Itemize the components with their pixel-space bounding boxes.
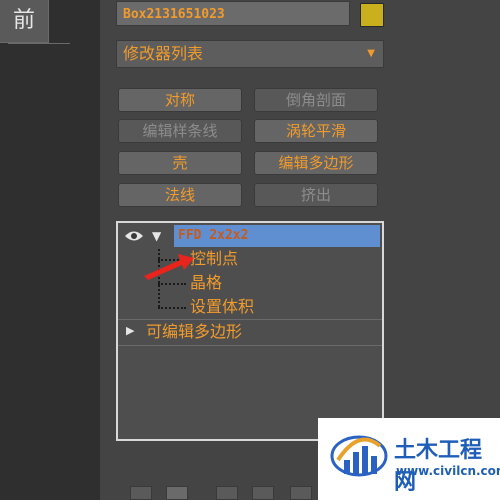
stack-item-ffd[interactable]: ▼ FFD 2x2x2 [118,225,382,247]
tree-connector [158,283,186,285]
ffd-label[interactable]: FFD 2x2x2 [174,225,380,247]
watermark-url: www.civilcn.com [396,464,500,478]
pin-stack-icon[interactable] [130,486,152,500]
configure-sets-icon[interactable] [290,486,312,500]
viewport-divider [8,43,70,44]
object-name-field[interactable]: Box2131651023 [116,1,350,26]
civil-logo-icon [330,435,388,477]
modifier-list-dropdown[interactable]: 修改器列表 ▼ [116,40,384,68]
object-color-swatch[interactable] [360,3,384,27]
turbosmooth-button[interactable]: 涡轮平滑 [254,119,378,143]
show-end-result-icon[interactable] [166,486,188,500]
stack-item-editable-poly[interactable]: ▶ 可编辑多边形 [118,321,382,343]
red-arrow-icon [144,254,194,280]
extrude-button[interactable]: 挤出 [254,183,378,207]
viewport[interactable]: 前 [0,0,100,500]
edit-spline-button[interactable]: 编辑样条线 [118,119,242,143]
make-unique-icon[interactable] [216,486,238,500]
symmetry-button[interactable]: 对称 [118,88,242,112]
stack-divider [118,319,382,320]
bevel-profile-button[interactable]: 倒角剖面 [254,88,378,112]
expand-triangle-icon[interactable]: ▶ [126,324,134,337]
eye-icon[interactable] [124,229,144,243]
editable-poly-label[interactable]: 可编辑多边形 [146,321,242,343]
shell-button[interactable]: 壳 [118,151,242,175]
watermark: 土木工程网 www.civilcn.com [318,418,500,500]
remove-modifier-icon[interactable] [252,486,274,500]
collapse-triangle-icon[interactable]: ▼ [152,229,161,243]
normal-button[interactable]: 法线 [118,183,242,207]
edit-poly-button[interactable]: 编辑多边形 [254,151,378,175]
stack-toolbar [116,486,346,500]
modifier-list-label: 修改器列表 [123,44,204,63]
chevron-down-icon: ▼ [367,48,375,59]
stack-divider [118,345,382,346]
tree-connector [158,307,186,309]
viewport-label[interactable]: 前 [0,0,49,43]
sub-object-set-volume[interactable]: 设置体积 [190,297,254,317]
